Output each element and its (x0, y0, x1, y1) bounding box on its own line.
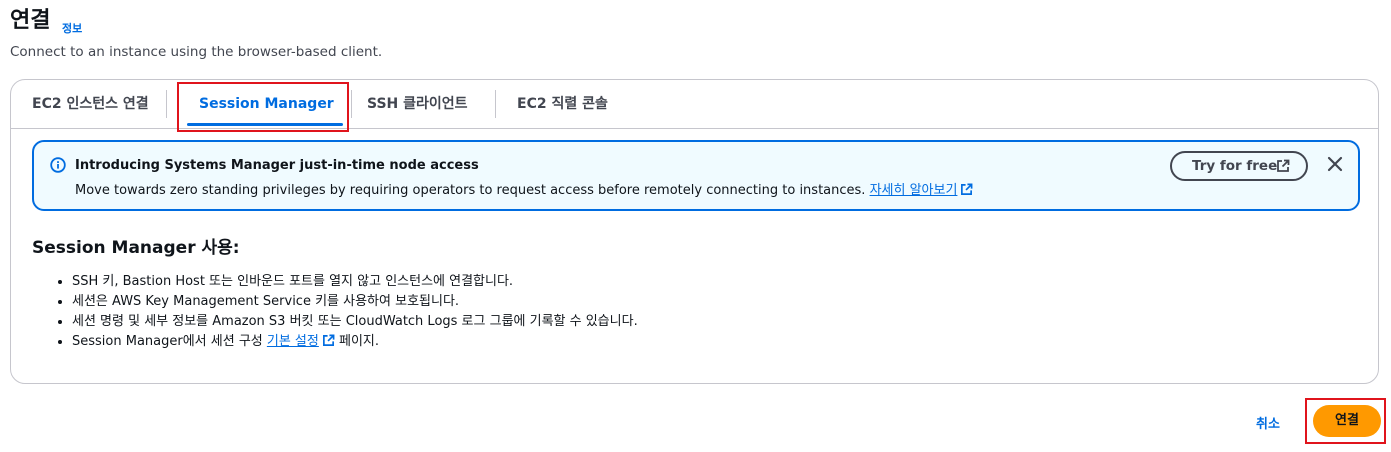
tab-separator (166, 90, 167, 118)
tab-ec2-instance-connect[interactable]: EC2 인스턴스 연결 (32, 80, 149, 128)
tab-bar: EC2 인스턴스 연결 Session Manager SSH 클라이언트 EC… (11, 80, 1378, 132)
info-banner: Introducing Systems Manager just-in-time… (32, 140, 1360, 211)
info-icon (50, 157, 66, 173)
highlight-box-session-manager-tab (177, 82, 349, 132)
try-for-free-button[interactable]: Try for free (1170, 151, 1308, 181)
cancel-button[interactable]: 취소 (1256, 413, 1280, 432)
list-item-suffix: 페이지. (334, 334, 380, 349)
page-subtitle: Connect to an instance using the browser… (10, 44, 383, 60)
tab-ssh-client[interactable]: SSH 클라이언트 (367, 80, 468, 128)
benefits-list: SSH 키, Bastion Host 또는 인바운드 포트를 열지 않고 인스… (32, 272, 638, 352)
list-item: 세션 명령 및 세부 정보를 Amazon S3 버킷 또는 CloudWatc… (72, 312, 638, 332)
learn-more-link[interactable]: 자세히 알아보기 (870, 183, 958, 198)
tab-ec2-serial-console[interactable]: EC2 직렬 콘솔 (517, 80, 608, 128)
banner-description: Move towards zero standing privileges by… (75, 183, 866, 198)
tab-separator (351, 90, 352, 118)
external-link-icon (961, 183, 973, 195)
external-link-icon (1277, 159, 1290, 172)
list-item: 세션은 AWS Key Management Service 키를 사용하여 보… (72, 292, 638, 312)
list-item-prefix: Session Manager에서 세션 구성 (72, 334, 267, 349)
preferences-link[interactable]: 기본 설정 (267, 334, 319, 349)
highlight-box-connect-button (1305, 398, 1386, 444)
banner-text: Move towards zero standing privileges by… (75, 179, 973, 198)
tab-separator (495, 90, 496, 118)
list-item: SSH 키, Bastion Host 또는 인바운드 포트를 열지 않고 인스… (72, 272, 638, 292)
list-item: Session Manager에서 세션 구성 기본 설정 페이지. (72, 332, 638, 352)
section-title: Session Manager 사용: (32, 238, 240, 258)
banner-title: Introducing Systems Manager just-in-time… (75, 158, 479, 173)
connect-card: EC2 인스턴스 연결 Session Manager SSH 클라이언트 EC… (10, 79, 1379, 384)
try-for-free-label: Try for free (1192, 158, 1278, 174)
info-link[interactable]: 정보 (62, 20, 82, 36)
close-icon[interactable] (1326, 155, 1344, 173)
external-link-icon (322, 334, 335, 346)
page-title: 연결 (10, 8, 51, 33)
